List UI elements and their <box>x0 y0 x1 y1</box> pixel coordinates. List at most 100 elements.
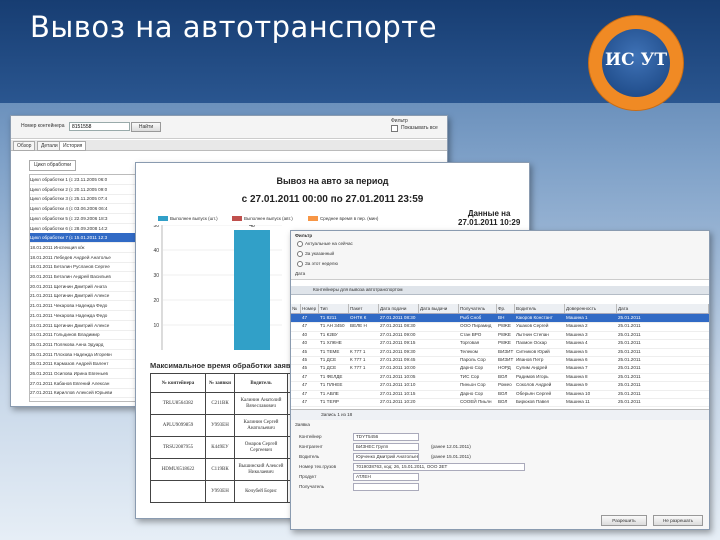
list-item[interactable]: 27.01.2011 Кириллов Алексей Юрьеви <box>30 388 148 399</box>
grid-cell: T1 АВЛЕ <box>320 390 339 396</box>
allow-button[interactable]: Разрешить <box>601 515 647 526</box>
list-item[interactable]: 24.01.2011 Щетинин Дмитрий Алексе <box>30 321 148 331</box>
grid-cell: 47 <box>302 382 308 388</box>
pager-text: Запись 1 из 18 <box>321 412 353 417</box>
bar-value-label: 48 <box>249 225 255 229</box>
show-all-checkbox[interactable] <box>391 125 398 132</box>
list-item[interactable]: 21.01.2011 Щетинин Дмитрий Алексе <box>30 291 148 302</box>
grid-col-header[interactable]: Дата выдачи <box>419 304 459 313</box>
grid-col-header[interactable]: Тип <box>319 304 349 313</box>
grid-cell: ОНТК К <box>350 315 367 320</box>
container-input[interactable] <box>69 122 130 131</box>
filter-radio-specified[interactable] <box>297 251 303 257</box>
grid-cell: Ситников Юрий <box>516 348 550 354</box>
table-cell: TRLU8564382 <box>150 392 206 415</box>
grid-cell: Иванов Петр <box>516 357 544 362</box>
tab-history[interactable]: История <box>59 141 87 151</box>
grid-cell: 45 <box>302 348 308 354</box>
cycle-subtab[interactable]: Цикл обработки <box>29 160 77 171</box>
grid-cell: 47 <box>302 315 308 320</box>
list-item[interactable]: 21.01.2011 Чекарова Надежда Федо <box>30 301 148 312</box>
list-item[interactable]: Цикл обработки 6 (с 28.09.2008 14:2 <box>30 224 148 234</box>
list-item[interactable]: Цикл обработки 1 (с 23.11.2005 06:0 <box>30 175 148 185</box>
cycle-tree-list: Цикл обработки 1 (с 23.11.2005 06:0 Цикл … <box>29 174 149 402</box>
filter-option-week: За этот неделю <box>305 261 338 266</box>
list-item[interactable]: 20.01.2011 Беталин Андрей Васильев <box>30 272 148 282</box>
grid-cell: Р8ЖЕ <box>498 340 511 346</box>
y-tick-label: 40 <box>153 248 159 254</box>
col-header-request: № заявки <box>205 373 235 393</box>
form-label: Продукт <box>299 474 317 479</box>
list-item[interactable]: 18.01.2011 Лебедев Андрей Анатолье <box>30 253 148 263</box>
grid-col-header[interactable]: Пакет <box>349 304 379 313</box>
grid-col-header[interactable]: Дата подачи <box>379 304 419 313</box>
list-item[interactable]: 18.01.2011 Беталин Русланов Сергее <box>30 262 148 273</box>
date-label: Дата <box>295 271 306 276</box>
deny-button[interactable]: Не разрешать <box>653 515 703 526</box>
grid-col-header[interactable]: Номер <box>301 304 319 313</box>
grid-col-header[interactable]: Получатель <box>459 304 497 313</box>
report-title: Вывоз на авто за период <box>276 176 389 186</box>
grid-col-header[interactable]: Доверенность <box>565 304 617 313</box>
grid-cell: T1 АН 3450 <box>320 323 345 329</box>
form-field[interactable]: Юрченко Дмитрий Анатольевич <box>353 453 419 461</box>
grid-header: № Номер Тип Пакет Дата подачи Дата выдачи Полу… <box>291 304 709 314</box>
y-tick-label: 50 <box>153 225 159 229</box>
filter-radio-week[interactable] <box>297 261 303 267</box>
table-cell: Омаров Сергей Сергеевич <box>234 436 288 459</box>
find-button[interactable]: Найти <box>131 122 161 132</box>
list-item[interactable]: 26.01.2011 Кармазов Андрей Валент <box>30 359 148 370</box>
grid-col-header[interactable]: Дата <box>617 304 709 313</box>
grid-cell: Машина 2 <box>566 323 588 329</box>
form-field[interactable]: TDYТ5456 <box>353 433 419 441</box>
form-field[interactable] <box>353 483 419 491</box>
grid-cell: 27.01.2011 08:30 <box>380 315 416 320</box>
table-row: TRLU8564382 С211ВК Калинин Анатолий Вячесл… <box>150 392 301 415</box>
grid-cell: Лытнин Степан <box>516 331 549 337</box>
grid-cell: 25.01.2011 <box>618 348 641 354</box>
report-period: с 27.01.2011 00:00 по 27.01.2011 23:59 <box>241 194 424 205</box>
form-label: Водитель <box>299 454 320 459</box>
col-header-driver: Водитель <box>234 373 288 393</box>
list-item[interactable]: Цикл обработки 2 (с 20.11.2005 09:0 <box>30 185 148 195</box>
grid-cell: Стан ВРО <box>460 331 482 337</box>
container-label: Номер контейнера <box>21 123 65 129</box>
table-cell: У993ЕН <box>205 480 235 503</box>
grid-row[interactable]: 47 T1 ТЕЯР 27.01.2011 10:20 СООЕЙ Пиьлн ВОЛ Б… <box>291 398 709 408</box>
list-item[interactable]: 26.01.2011 Осипова Ирина Евгеньев <box>30 369 148 379</box>
grid-cell: ВЕЛЕ Н <box>350 323 367 329</box>
filter-radio-current[interactable] <box>297 241 303 247</box>
filter-option-specified: За указанный <box>305 251 335 256</box>
list-item[interactable]: 20.01.2011 Щетинин Дмитрий Аната <box>30 282 148 292</box>
list-item[interactable]: 25.01.2011 Полякова Анна Эдуард <box>30 340 148 350</box>
grid-cell: 25.01.2011 <box>618 382 641 388</box>
grid-caption-text: Контейнеры для вывоза автотранспортом <box>313 287 403 292</box>
tab-overview[interactable]: Обзор <box>13 141 36 151</box>
max-time-table-title: Максимальное время обработки заяв <box>150 361 291 370</box>
list-item[interactable]: 21.01.2011 Чекарова Надежда Федо <box>30 311 148 321</box>
table-cell: APLU9099859 <box>150 414 206 437</box>
list-item[interactable]: 24.01.2011 Гольдинов Владимир <box>30 330 148 341</box>
grid-cell: ООО Пирамид <box>460 323 492 329</box>
form-field[interactable]: БИЗНЕС Групп <box>353 443 419 451</box>
form-field[interactable]: АТЛЕН <box>353 473 419 481</box>
legend-item-average-time: Среднее время в пер. (мин) <box>308 216 378 222</box>
form-label: Контрагент <box>299 444 323 449</box>
list-item[interactable]: Цикл обработки 4 (с 03.06.2006 06:4 <box>30 204 148 215</box>
grid-col-header[interactable]: № <box>291 304 301 313</box>
list-item[interactable]: 18.01.2011 Инспекция к/ж <box>30 243 148 253</box>
grid-col-header[interactable]: Фр. <box>497 304 515 313</box>
grid-cell: 27.01.2011 10:15 <box>380 390 416 396</box>
list-item[interactable]: Цикл обработки 7 (с 15.01.2011 12:3 <box>30 233 148 244</box>
list-item[interactable]: 27.01.2011 Кабанов Евгений Алексан <box>30 379 148 389</box>
list-item[interactable]: Цикл обработки 3 (с 25.11.2005 07:4 <box>30 194 148 205</box>
grid-cell: ВОЛ <box>498 390 508 396</box>
list-item[interactable]: 25.01.2011 Плохова Надежда Игоревн <box>30 350 148 360</box>
grid-cell: Машина 5 <box>566 348 588 354</box>
legend-label: Выполнен выпуск (авт.) <box>244 216 293 221</box>
grid-cell: ВОЛ <box>498 373 508 379</box>
grid-col-header[interactable]: Водитель <box>515 304 565 313</box>
form-field[interactable]: 7019038763, код: 26, 15.01.2011, ООО ЗЕТ <box>353 463 525 471</box>
legend-swatch <box>308 216 318 222</box>
list-item[interactable]: Цикл обработки 5 (с 22.09.2006 18:3 <box>30 214 148 224</box>
